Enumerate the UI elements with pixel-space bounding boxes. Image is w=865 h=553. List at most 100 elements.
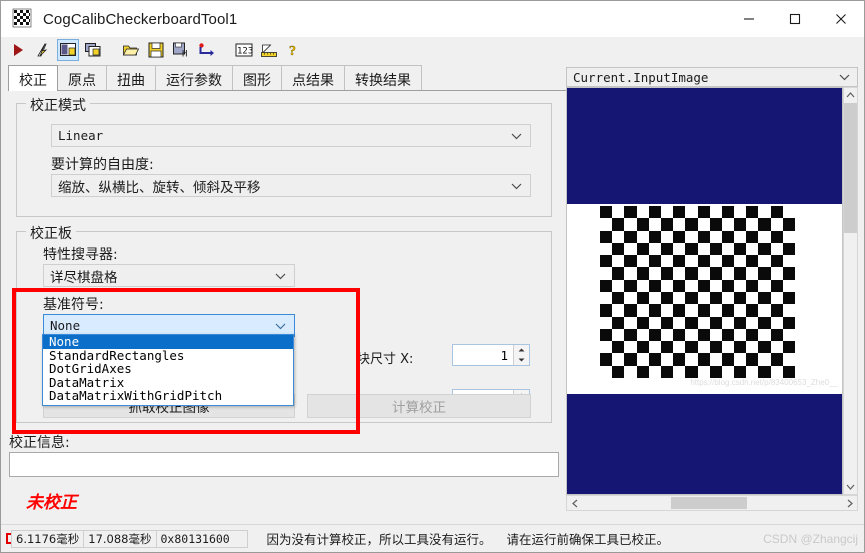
checker-cell (709, 353, 722, 366)
dropdown-option-datamatrixwithgridpitch[interactable]: DataMatrixWithGridPitch (43, 389, 293, 403)
scroll-up-icon[interactable] (844, 88, 857, 102)
run-icon[interactable] (7, 39, 29, 61)
dropdown-option-none[interactable]: None (43, 335, 293, 349)
ruler-icon[interactable] (258, 39, 280, 61)
checker-cell (685, 218, 698, 231)
checker-cell (770, 218, 783, 231)
spin-down-icon[interactable] (514, 355, 529, 365)
checker-cell (758, 230, 771, 243)
tile-size-x-spin-buttons[interactable] (513, 345, 529, 365)
tab-distortion[interactable]: 扭曲 (106, 65, 156, 91)
numeric-123-icon[interactable]: 123 (233, 39, 255, 61)
open-folder-icon[interactable] (120, 39, 142, 61)
image-bottom-background (567, 394, 842, 494)
checker-cell (758, 353, 771, 366)
checker-cell (660, 328, 674, 342)
horizontal-scroll-thumb[interactable] (671, 497, 747, 509)
tab-transform-results[interactable]: 转换结果 (344, 65, 422, 91)
checker-cell (648, 242, 661, 256)
save-disk-icon[interactable] (145, 39, 167, 61)
minimize-button[interactable] (726, 1, 772, 37)
checker-cell (746, 206, 759, 219)
help-question-icon[interactable]: ? (283, 39, 305, 61)
checker-cell (697, 242, 710, 256)
checker-cell (600, 206, 613, 219)
checker-cell (600, 304, 613, 317)
reset-arrow-icon[interactable] (195, 39, 217, 61)
image-source-value: Current.InputImage (573, 69, 709, 85)
toolbar: H 123 ? (1, 37, 864, 63)
checker-cell (746, 242, 759, 256)
chevron-down-icon (275, 269, 286, 283)
checker-cell (685, 279, 698, 292)
image-source-combo[interactable]: Current.InputImage (566, 67, 858, 87)
status-message-secondary: 请在运行前确保工具已校正。 (506, 532, 670, 547)
dof-combo[interactable]: 缩放、纵横比、旋转、倾斜及平移 (51, 174, 531, 197)
checker-cell (612, 365, 625, 378)
scroll-right-icon[interactable] (842, 496, 857, 510)
close-button[interactable] (818, 1, 864, 37)
show-tool-window-icon[interactable] (57, 39, 79, 61)
calibration-info-field[interactable] (9, 452, 559, 477)
image-watermark: https://blog.csdn.net/p/83400653_Zhe0__ (690, 378, 838, 387)
scroll-left-icon[interactable] (567, 496, 582, 510)
status-error-code: 0x80131600 (155, 529, 248, 548)
checker-cell (673, 353, 686, 366)
checker-cell (636, 279, 649, 292)
checker-cell (600, 316, 613, 329)
calibration-mode-group: 校正模式 Linear 要计算的自由度: 缩放、纵横比、旋转、倾斜及平移 (16, 95, 552, 217)
checker-cell (624, 242, 637, 256)
checker-cell (746, 291, 759, 305)
checker-cell (660, 230, 674, 243)
toolbar-separator-1 (107, 39, 117, 61)
train-lightning-icon[interactable] (32, 39, 54, 61)
save-as-icon[interactable]: H (170, 39, 192, 61)
checker-cell (648, 206, 661, 219)
vertical-scroll-thumb[interactable] (844, 103, 857, 233)
tab-graphics[interactable]: 图形 (232, 65, 282, 91)
svg-text:H: H (182, 50, 187, 58)
checker-cell (721, 316, 735, 329)
dropdown-option-datamatrix[interactable]: DataMatrix (43, 375, 293, 390)
checker-cell (673, 255, 686, 268)
dof-value: 缩放、纵横比、旋转、倾斜及平移 (58, 179, 261, 196)
checker-cell (746, 365, 759, 378)
checker-cell (636, 291, 649, 305)
compute-calibration-button[interactable]: 计算校正 (307, 394, 531, 418)
scroll-down-icon[interactable] (844, 480, 857, 494)
checker-cell (636, 328, 649, 342)
checker-cell (709, 242, 722, 256)
checker-cell (600, 279, 613, 292)
tab-point-results[interactable]: 点结果 (281, 65, 345, 91)
checker-cell (782, 304, 795, 317)
image-display[interactable]: https://blog.csdn.net/p/83400653_Zhe0__ (566, 87, 843, 495)
checker-cell (782, 206, 795, 219)
checker-cell (612, 230, 625, 243)
image-horizontal-scrollbar[interactable] (566, 495, 858, 511)
calibration-mode-combo[interactable]: Linear (51, 124, 531, 147)
copy-window-icon[interactable] (82, 39, 104, 61)
checker-cell (612, 316, 625, 329)
checker-cell (721, 353, 735, 366)
checker-cell (758, 255, 771, 268)
tile-size-x-stepper[interactable]: 1 (452, 344, 530, 366)
checker-cell (770, 328, 783, 342)
checker-cell (636, 206, 649, 219)
tab-origin[interactable]: 原点 (57, 65, 107, 91)
checker-cell (673, 242, 686, 256)
checker-cell (636, 353, 649, 366)
fiducial-dropdown-list[interactable]: None StandardRectangles DotGridAxes Data… (42, 334, 294, 406)
spin-up-icon[interactable] (514, 345, 529, 355)
dropdown-option-dotgridaxes[interactable]: DotGridAxes (43, 362, 293, 376)
status-run-time: 6.1176毫秒 (11, 529, 85, 548)
fiducial-value: None (50, 318, 81, 333)
maximize-button[interactable] (772, 1, 818, 37)
image-vertical-scrollbar[interactable] (843, 87, 858, 495)
dropdown-option-standardrectangles[interactable]: StandardRectangles (43, 348, 293, 363)
checker-cell (612, 242, 625, 256)
tab-calibration[interactable]: 校正 (8, 65, 58, 91)
checker-cell (734, 365, 747, 378)
feature-finder-combo[interactable]: 详尽棋盘格 (43, 264, 295, 287)
tile-size-x-value: 1 (500, 347, 508, 363)
tab-run-params[interactable]: 运行参数 (155, 65, 233, 91)
